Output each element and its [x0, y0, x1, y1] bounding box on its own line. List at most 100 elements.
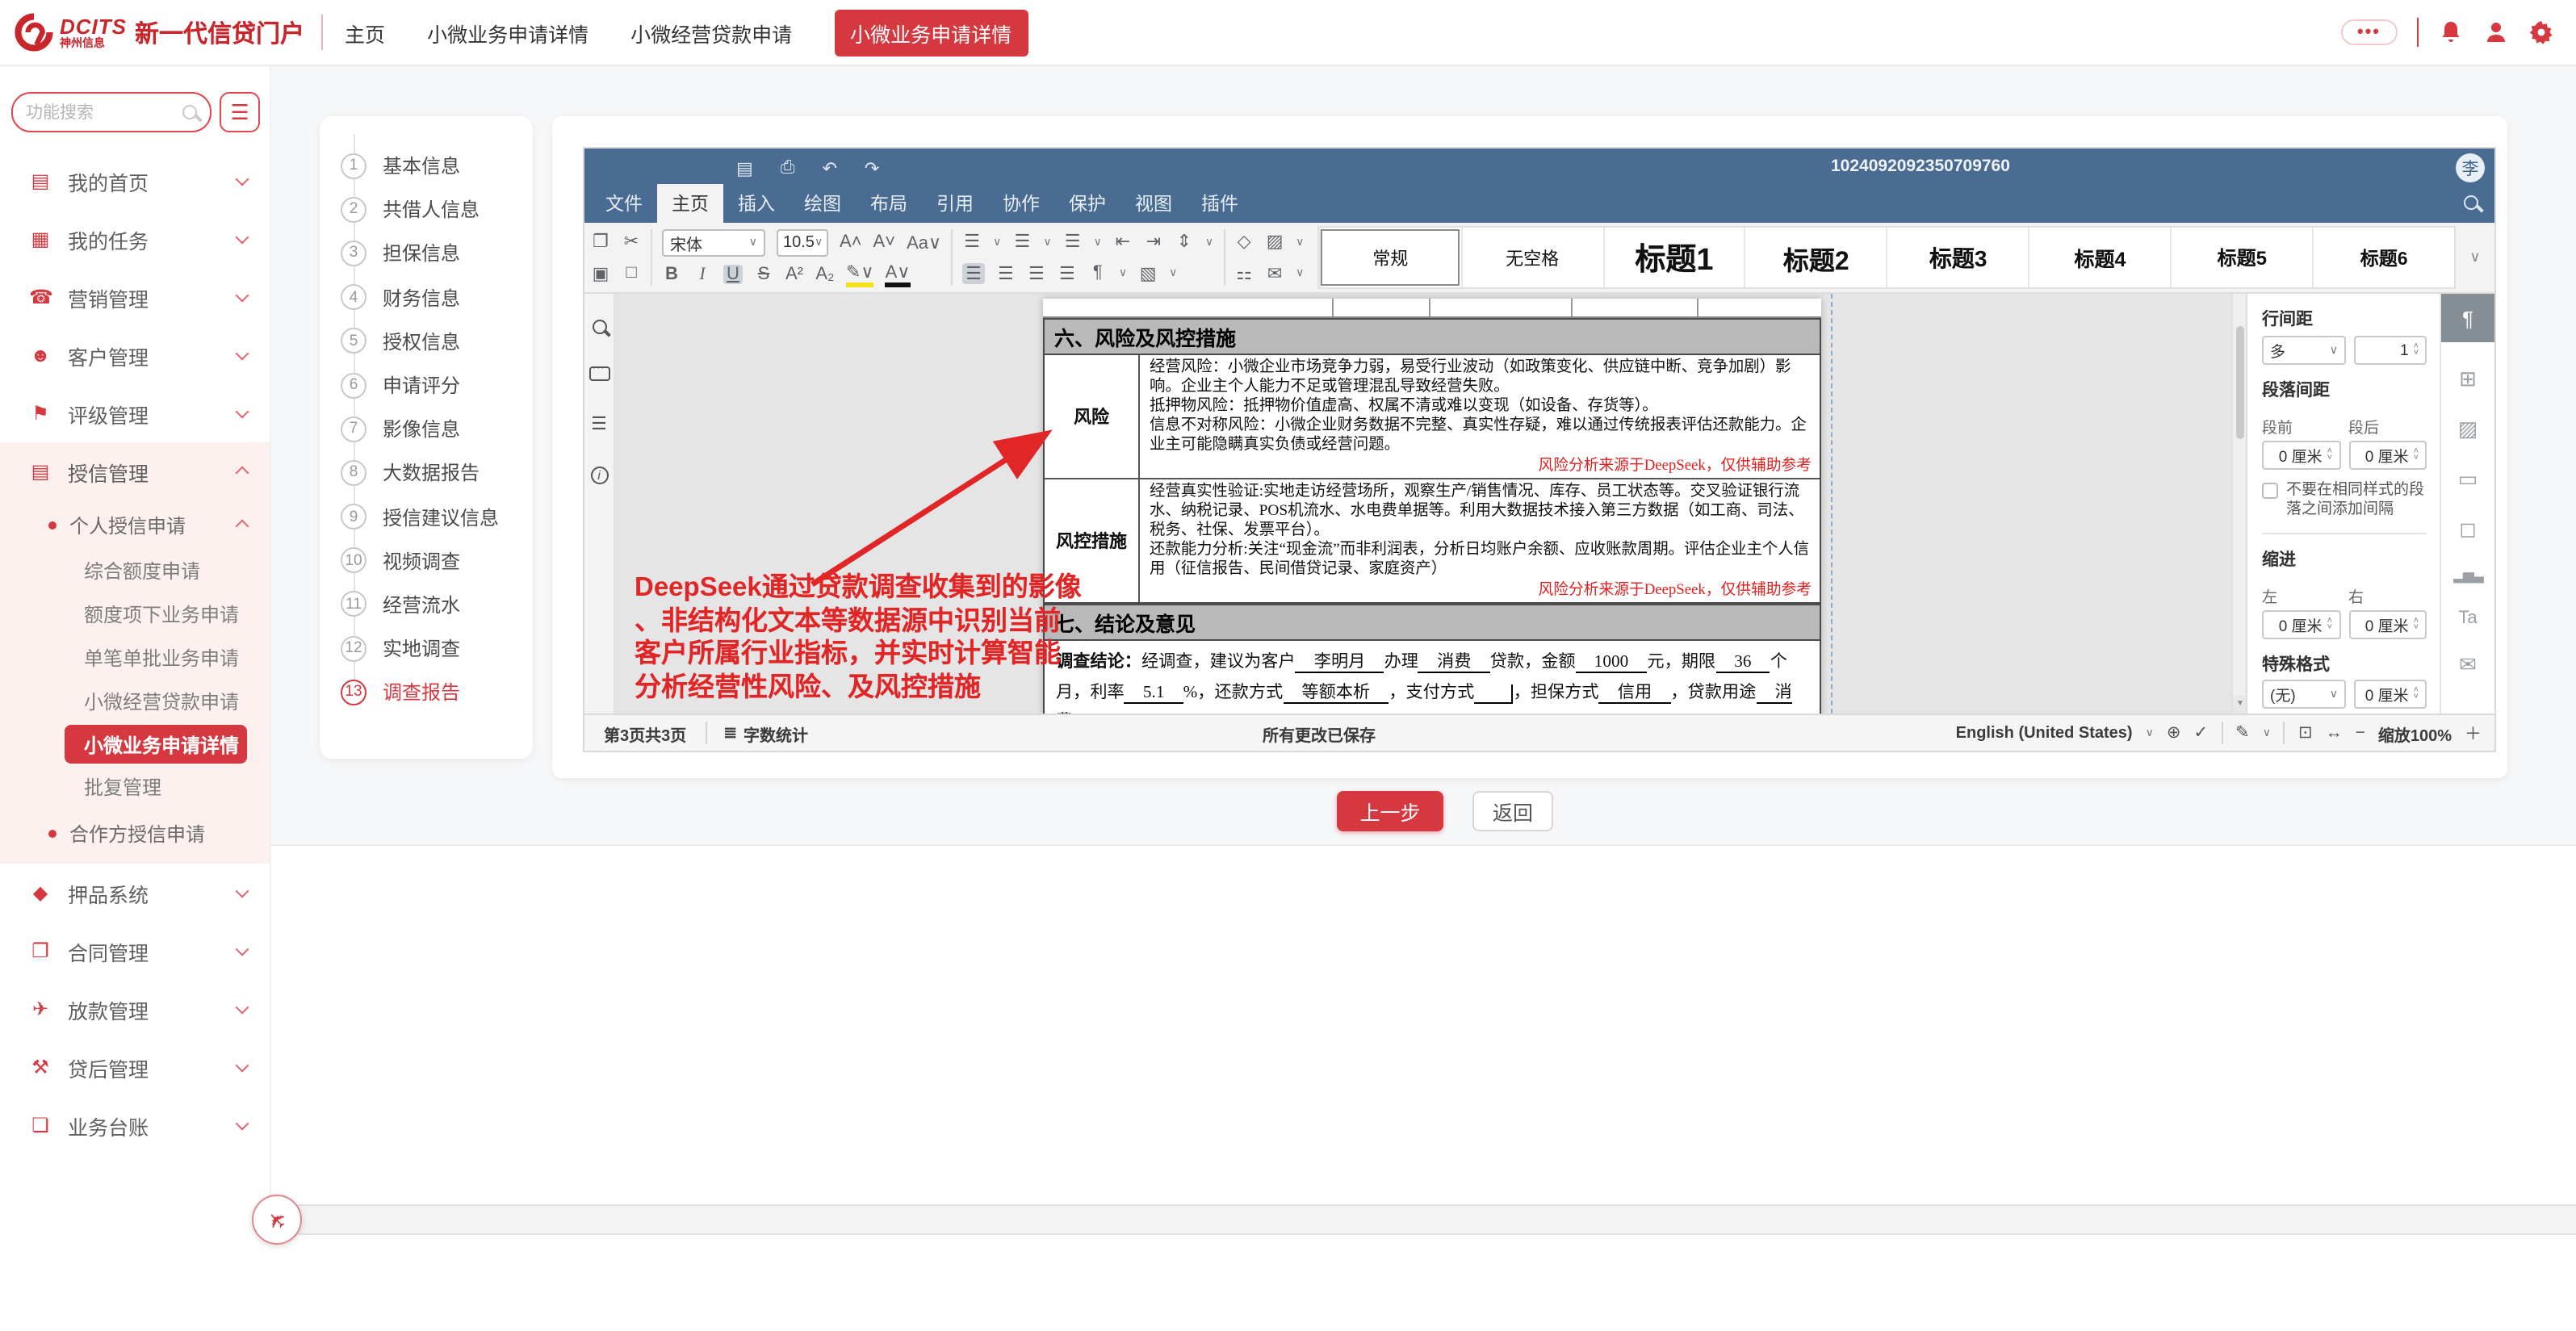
- nav-tab[interactable]: 小微业务申请详情: [834, 9, 1028, 56]
- italic-icon[interactable]: I: [693, 264, 712, 283]
- line-spacing-stepper[interactable]: 1 ˄˅: [2354, 336, 2427, 365]
- editor-menu-item[interactable]: 插入: [723, 184, 790, 223]
- step-item[interactable]: 9 授信建议信息: [320, 495, 533, 538]
- editor-menu-item[interactable]: 文件: [591, 184, 657, 223]
- editor-menu-item[interactable]: 绘图: [790, 184, 856, 223]
- style-option[interactable]: 标题1: [1602, 228, 1745, 287]
- bell-icon[interactable]: [2438, 19, 2464, 45]
- scroll-down-icon[interactable]: [2233, 696, 2246, 714]
- subscript-icon[interactable]: A₂: [815, 264, 835, 283]
- style-option[interactable]: 标题6: [2312, 228, 2454, 287]
- editor-menu-item[interactable]: 引用: [922, 184, 988, 223]
- sidebar-item[interactable]: 我的任务: [0, 210, 270, 268]
- clear-format-icon[interactable]: [1234, 232, 1254, 253]
- spacing-after-stepper[interactable]: 0 厘米 ˄˅: [2348, 441, 2427, 470]
- sidebar-sub-item[interactable]: 综合额度申请: [0, 549, 270, 592]
- checkbox[interactable]: [2262, 483, 2278, 499]
- spellcheck-icon[interactable]: [2193, 723, 2208, 743]
- fit-width-icon[interactable]: [2326, 723, 2343, 743]
- bottom-scroll-strip[interactable]: [271, 1204, 2576, 1235]
- align-right-icon[interactable]: [1027, 263, 1046, 284]
- step-item[interactable]: 2 共借人信息: [320, 187, 533, 231]
- cut-icon[interactable]: [622, 232, 641, 253]
- sidebar-item[interactable]: 客户管理: [0, 326, 270, 384]
- step-item[interactable]: 1 基本信息: [320, 144, 533, 187]
- language-selector[interactable]: English (United States): [1956, 724, 2133, 742]
- gear-icon[interactable]: [2528, 19, 2554, 45]
- zoom-in-button[interactable]: ＋: [2465, 721, 2482, 745]
- select-icon[interactable]: [622, 264, 641, 283]
- sidebar-item-credit[interactable]: 授信管理: [0, 442, 270, 500]
- scrollbar-thumb[interactable]: [2235, 326, 2243, 439]
- sidebar-item[interactable]: 贷后管理: [0, 1038, 270, 1096]
- sidebar-item[interactable]: 营销管理: [0, 268, 270, 326]
- format-painter-icon[interactable]: [1234, 263, 1254, 284]
- sidebar-sub-item[interactable]: 单笔单批业务申请: [0, 636, 270, 680]
- multilevel-list-icon[interactable]: [1063, 232, 1083, 253]
- vertical-scrollbar[interactable]: [2231, 294, 2246, 714]
- print-icon[interactable]: [781, 157, 795, 178]
- comments-icon[interactable]: [589, 366, 609, 381]
- sidebar-subgroup-partner[interactable]: 合作方授信申请: [0, 809, 270, 857]
- indent-left-stepper[interactable]: 0 厘米 ˄˅: [2262, 610, 2340, 639]
- step-item[interactable]: 7 影像信息: [320, 407, 533, 450]
- style-option[interactable]: 标题3: [1887, 228, 2029, 287]
- outline-icon[interactable]: [591, 413, 607, 434]
- bold-icon[interactable]: B: [662, 264, 681, 283]
- word-count-button[interactable]: 字数统计: [707, 721, 824, 745]
- sidebar-item[interactable]: 押品系统: [0, 864, 270, 922]
- style-option[interactable]: 标题5: [2170, 228, 2312, 287]
- zoom-out-button[interactable]: −: [2356, 723, 2365, 743]
- step-item[interactable]: 3 担保信息: [320, 232, 533, 275]
- previous-step-button[interactable]: 上一步: [1337, 791, 1443, 831]
- chart-panel-icon[interactable]: [2453, 567, 2482, 584]
- shading-icon[interactable]: [1138, 263, 1158, 284]
- mail-merge-icon[interactable]: [1265, 263, 1284, 284]
- editor-menu-item[interactable]: 视图: [1120, 184, 1187, 223]
- indent-right-stepper[interactable]: 0 厘米 ˄˅: [2348, 610, 2427, 639]
- line-spacing-select[interactable]: 多∨: [2262, 336, 2346, 365]
- style-option[interactable]: 标题2: [1745, 228, 1887, 287]
- copy-icon[interactable]: [591, 232, 610, 253]
- font-color-icon[interactable]: A∨: [886, 261, 911, 287]
- globe-icon[interactable]: [2167, 723, 2181, 743]
- editor-menu-item[interactable]: 布局: [856, 184, 922, 223]
- special-format-stepper[interactable]: 0 厘米 ˄˅: [2354, 680, 2427, 709]
- page-panel-icon[interactable]: [2458, 467, 2478, 492]
- editor-menu-item[interactable]: 保护: [1054, 184, 1120, 223]
- font-family-select[interactable]: 宋体 ∨: [662, 228, 765, 256]
- sidebar-subgroup-personal[interactable]: 个人授信申请: [0, 500, 270, 549]
- sidebar-item[interactable]: 评级管理: [0, 384, 270, 442]
- save-icon[interactable]: [736, 157, 753, 178]
- align-left-icon[interactable]: [962, 263, 985, 284]
- editor-menu-item[interactable]: 主页: [657, 184, 723, 223]
- find-icon[interactable]: [592, 320, 606, 334]
- user-icon[interactable]: [2483, 19, 2509, 45]
- highlight-icon[interactable]: ✎∨: [846, 261, 874, 287]
- table-panel-icon[interactable]: [2459, 366, 2477, 392]
- sidebar-sub-item[interactable]: 小微经营贷款申请: [0, 680, 270, 723]
- change-case-icon[interactable]: Aa∨: [907, 232, 941, 253]
- editor-search-icon[interactable]: [2464, 195, 2478, 210]
- step-item[interactable]: 12 实地调查: [320, 626, 533, 670]
- paragraph-mark-icon[interactable]: [1088, 264, 1108, 283]
- fill-color-icon[interactable]: [1265, 232, 1284, 253]
- style-option[interactable]: 标题4: [2029, 228, 2171, 287]
- nav-tab[interactable]: 主页: [345, 17, 385, 48]
- sidebar-item[interactable]: 合同管理: [0, 922, 270, 980]
- grow-font-icon[interactable]: A˄: [840, 232, 862, 252]
- font-size-select[interactable]: 10.5 ∨: [777, 228, 828, 256]
- numbered-list-icon[interactable]: [1012, 232, 1032, 253]
- step-item[interactable]: 6 申请评分: [320, 363, 533, 407]
- underline-icon[interactable]: U: [723, 264, 743, 283]
- sidebar-sub-item[interactable]: 额度项下业务申请: [0, 592, 270, 636]
- nav-tab[interactable]: 小微业务申请详情: [427, 17, 589, 48]
- more-actions-button[interactable]: •••: [2341, 19, 2397, 45]
- sidebar-sub-item[interactable]: 小微业务申请详情: [65, 725, 247, 764]
- strikethrough-icon[interactable]: S: [754, 264, 773, 283]
- shape-panel-icon[interactable]: [2459, 517, 2477, 542]
- step-item[interactable]: 5 授权信息: [320, 320, 533, 363]
- undo-icon[interactable]: [822, 157, 836, 178]
- paste-icon[interactable]: [591, 263, 610, 284]
- menu-collapse-button[interactable]: [220, 92, 260, 132]
